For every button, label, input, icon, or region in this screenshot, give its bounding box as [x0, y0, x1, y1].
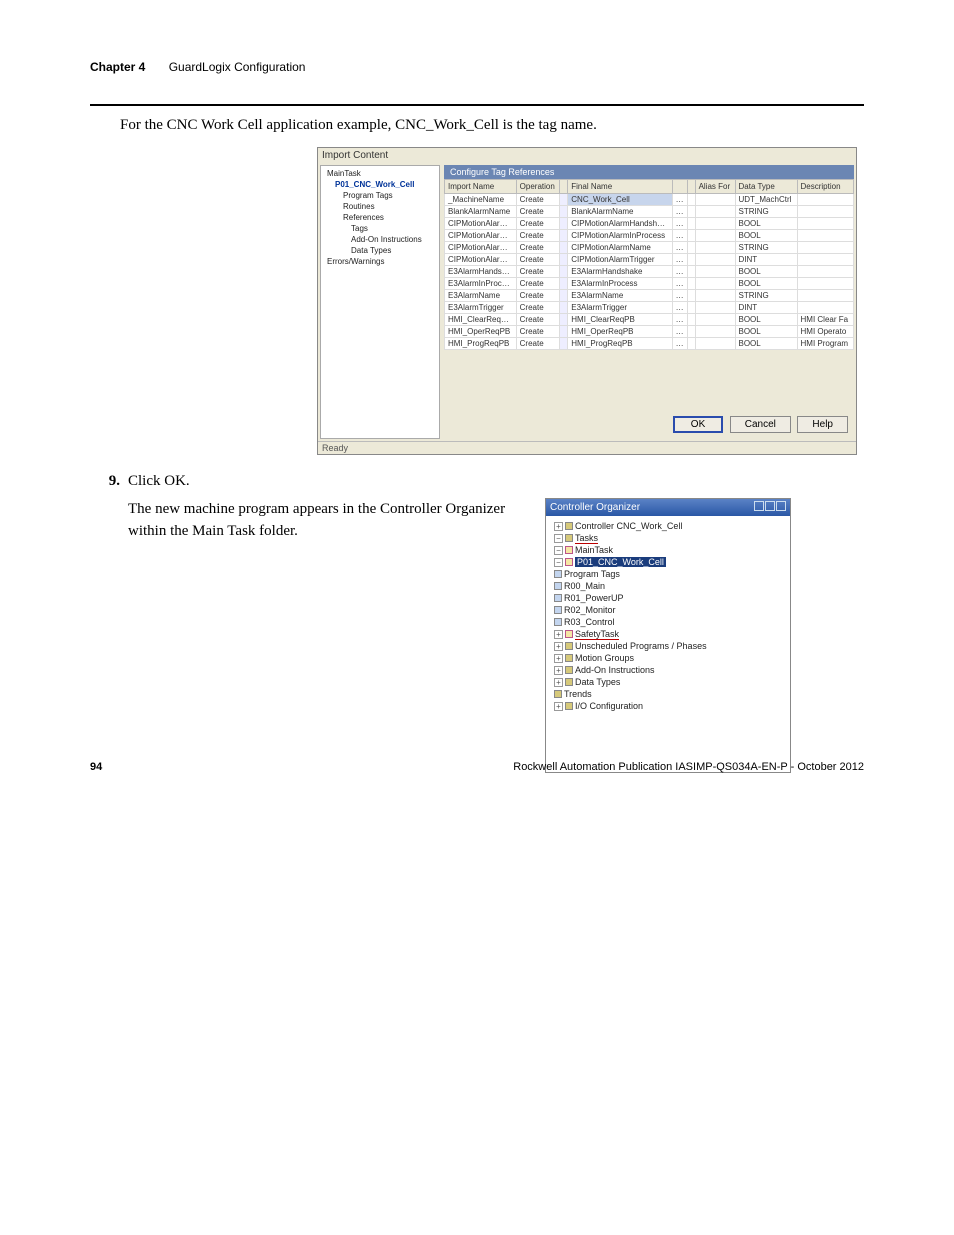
tree-item[interactable]: Data Types — [323, 245, 437, 256]
tab-header: Configure Tag References — [444, 165, 854, 179]
table-row[interactable]: BlankAlarmNameCreateBlankAlarmName…STRIN… — [445, 205, 854, 217]
table-row[interactable]: E3AlarmHands…CreateE3AlarmHandshake…BOOL — [445, 265, 854, 277]
step-number: 9. — [90, 473, 120, 490]
step-text: Click OK. — [128, 473, 864, 490]
tree-maintask[interactable]: MainTask — [323, 168, 437, 179]
status-bar: Ready — [318, 441, 856, 454]
tree-program-tags[interactable]: Program Tags — [550, 568, 786, 580]
tree-item[interactable]: Routines — [323, 201, 437, 212]
tree-safetytask[interactable]: +SafetyTask — [550, 628, 786, 640]
chapter-label: Chapter 4 — [90, 60, 145, 74]
col-spacer3 — [687, 179, 695, 193]
page-number: 94 — [90, 761, 102, 773]
tree-item[interactable]: Program Tags — [323, 190, 437, 201]
tag-grid[interactable]: Import Name Operation Final Name Alias F… — [444, 179, 854, 350]
col-data-type[interactable]: Data Type — [735, 179, 797, 193]
tree-io[interactable]: +I/O Configuration — [550, 700, 786, 712]
tree-tasks[interactable]: −Tasks — [550, 532, 786, 544]
table-row[interactable]: CIPMotionAlar…CreateCIPMotionAlarmName…S… — [445, 241, 854, 253]
import-content-dialog: Import Content MainTask P01_CNC_Work_Cel… — [317, 147, 857, 455]
organizer-titlebar: Controller Organizer — [546, 499, 790, 516]
col-spacer — [560, 179, 568, 193]
window-icons — [753, 501, 786, 514]
intro-text: For the CNC Work Cell application exampl… — [120, 114, 864, 137]
tree-item[interactable]: Add-On Instructions — [323, 234, 437, 245]
tree-r01[interactable]: R01_PowerUP — [550, 592, 786, 604]
tree-trends[interactable]: Trends — [550, 688, 786, 700]
col-import-name[interactable]: Import Name — [445, 179, 517, 193]
tree-r00[interactable]: R00_Main — [550, 580, 786, 592]
tree-datatypes[interactable]: +Data Types — [550, 676, 786, 688]
table-row[interactable]: E3AlarmNameCreateE3AlarmName…STRING — [445, 289, 854, 301]
table-row[interactable]: CIPMotionAlar…CreateCIPMotionAlarmInProc… — [445, 229, 854, 241]
tree-r03[interactable]: R03_Control — [550, 616, 786, 628]
header-rule — [90, 104, 864, 106]
tree-item[interactable]: Tags — [323, 223, 437, 234]
page-header: Chapter 4 GuardLogix Configuration — [90, 60, 864, 74]
tree-program[interactable]: P01_CNC_Work_Cell — [323, 179, 437, 190]
cancel-button[interactable]: Cancel — [730, 416, 791, 433]
table-row[interactable]: HMI_ProgReqPBCreateHMI_ProgReqPB…BOOLHMI… — [445, 337, 854, 349]
table-row[interactable]: E3AlarmTriggerCreateE3AlarmTrigger…DINT — [445, 301, 854, 313]
step-9: 9. Click OK. — [90, 473, 864, 490]
result-text: The new machine program appears in the C… — [128, 498, 530, 543]
table-row[interactable]: HMI_OperReqPBCreateHMI_OperReqPB…BOOLHMI… — [445, 325, 854, 337]
ok-button[interactable]: OK — [673, 416, 723, 433]
table-row[interactable]: CIPMotionAlar…CreateCIPMotionAlarmTrigge… — [445, 253, 854, 265]
tree-r02[interactable]: R02_Monitor — [550, 604, 786, 616]
tree-errors[interactable]: Errors/Warnings — [323, 256, 437, 267]
dialog-title: Import Content — [318, 148, 856, 163]
col-description[interactable]: Description — [797, 179, 854, 193]
col-final-name[interactable]: Final Name — [568, 179, 672, 193]
close-icon[interactable] — [776, 501, 786, 511]
table-row[interactable]: E3AlarmInProc…CreateE3AlarmInProcess…BOO… — [445, 277, 854, 289]
publication-line: Rockwell Automation Publication IASIMP-Q… — [513, 761, 864, 773]
tree-controller[interactable]: +Controller CNC_Work_Cell — [550, 520, 786, 532]
import-tree[interactable]: MainTask P01_CNC_Work_Cell Program Tags … — [320, 165, 440, 439]
pin-icon[interactable] — [754, 501, 764, 511]
tree-unscheduled[interactable]: +Unscheduled Programs / Phases — [550, 640, 786, 652]
grid-header-row: Import Name Operation Final Name Alias F… — [445, 179, 854, 193]
tree-p01[interactable]: −P01_CNC_Work_Cell — [550, 556, 786, 568]
col-spacer2 — [672, 179, 687, 193]
autohide-icon[interactable] — [765, 501, 775, 511]
page-footer: 94 Rockwell Automation Publication IASIM… — [90, 761, 864, 773]
table-row[interactable]: HMI_ClearReq…CreateHMI_ClearReqPB…BOOLHM… — [445, 313, 854, 325]
tree-maintask[interactable]: −MainTask — [550, 544, 786, 556]
col-alias-for[interactable]: Alias For — [695, 179, 735, 193]
tree-item[interactable]: References — [323, 212, 437, 223]
organizer-tree[interactable]: +Controller CNC_Work_Cell −Tasks −MainTa… — [546, 516, 790, 772]
table-row[interactable]: CIPMotionAlar…CreateCIPMotionAlarmHandsh… — [445, 217, 854, 229]
organizer-title: Controller Organizer — [550, 502, 640, 513]
col-operation[interactable]: Operation — [516, 179, 560, 193]
controller-organizer-pane: Controller Organizer +Controller CNC_Wor… — [545, 498, 791, 773]
table-row[interactable]: _MachineNameCreateCNC_Work_Cell…UDT_Mach… — [445, 193, 854, 205]
dialog-button-row: OK Cancel Help — [444, 410, 854, 439]
help-button[interactable]: Help — [797, 416, 848, 433]
tree-motion-groups[interactable]: +Motion Groups — [550, 652, 786, 664]
tree-aoi[interactable]: +Add-On Instructions — [550, 664, 786, 676]
chapter-title: GuardLogix Configuration — [169, 60, 306, 74]
